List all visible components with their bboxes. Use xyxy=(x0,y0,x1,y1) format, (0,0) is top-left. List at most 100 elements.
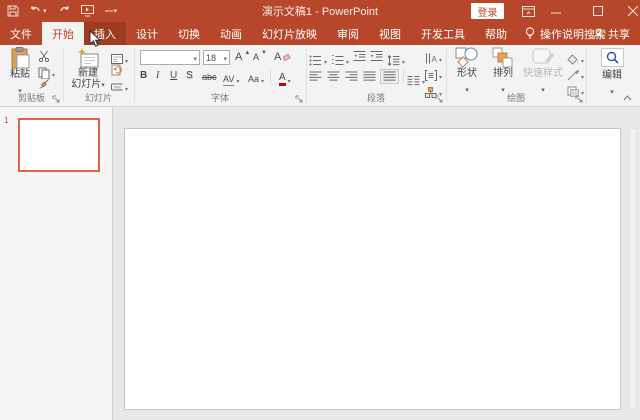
paste-button[interactable]: 粘贴 xyxy=(5,47,35,98)
ribbon-display-options-icon[interactable] xyxy=(513,0,543,22)
case-arrow-icon[interactable] xyxy=(261,70,264,88)
tab-view[interactable]: 视图 xyxy=(369,22,411,45)
paste-dropdown-arrow-icon[interactable] xyxy=(18,80,22,98)
align-right-button[interactable] xyxy=(345,71,358,82)
increase-indent-button[interactable] xyxy=(370,51,383,62)
spacing-arrow-icon[interactable] xyxy=(236,70,239,88)
close-button[interactable] xyxy=(618,0,640,22)
section-button[interactable] xyxy=(111,78,128,96)
powerpoint-window: 演示文稿1 - PowerPoint 登录 文件 开始 插入 设计 切换 动画 … xyxy=(0,0,640,420)
login-button[interactable]: 登录 xyxy=(471,3,504,19)
clipboard-dialog-launcher-icon[interactable] xyxy=(52,95,60,103)
text-shadow-button[interactable]: S xyxy=(186,70,193,82)
new-slide-button[interactable]: 新建 幻灯片 xyxy=(69,47,107,90)
numbering-arrow-icon[interactable] xyxy=(346,51,349,69)
font-color-arrow-icon[interactable] xyxy=(288,70,291,88)
vertical-scrollbar[interactable] xyxy=(629,128,637,410)
clear-formatting-button[interactable]: A xyxy=(274,51,292,63)
text-direction-arrow-icon[interactable] xyxy=(439,49,442,67)
slide-thumbnail[interactable] xyxy=(18,118,100,172)
collapse-ribbon-icon[interactable] xyxy=(623,95,632,101)
editing-arrow-icon[interactable] xyxy=(610,81,614,99)
bold-button[interactable]: B xyxy=(140,70,147,82)
tab-transitions[interactable]: 切换 xyxy=(168,22,210,45)
align-text-arrow-icon[interactable] xyxy=(439,66,442,84)
font-size-combo[interactable]: 18 xyxy=(203,50,230,65)
columns-button[interactable] xyxy=(407,71,425,89)
tab-slideshow[interactable]: 幻灯片放映 xyxy=(252,22,327,45)
start-slideshow-icon[interactable] xyxy=(79,2,96,20)
share-button[interactable]: 共享 xyxy=(589,22,634,45)
shapes-icon xyxy=(455,47,479,68)
font-name-arrow-icon[interactable] xyxy=(193,53,197,63)
arrange-button[interactable]: 排列 xyxy=(486,47,520,97)
justify-icon xyxy=(363,71,376,82)
font-name-combo[interactable] xyxy=(140,50,200,65)
tab-insert[interactable]: 插入 xyxy=(84,22,126,45)
person-icon xyxy=(593,28,604,40)
justify-button[interactable] xyxy=(363,71,376,82)
text-direction-button[interactable]: A xyxy=(425,49,442,67)
font-dialog-launcher-icon[interactable] xyxy=(295,95,303,103)
arrange-arrow-icon[interactable] xyxy=(501,79,505,97)
editing-button[interactable]: 编辑 xyxy=(596,48,628,99)
shapes-arrow-icon[interactable] xyxy=(465,79,469,97)
paragraph-dialog-launcher-icon[interactable] xyxy=(435,95,443,103)
align-left-button[interactable] xyxy=(309,71,322,82)
character-spacing-button[interactable]: AV xyxy=(223,70,239,88)
distribute-text-button[interactable] xyxy=(380,69,399,84)
shapes-button[interactable]: 形状 xyxy=(450,47,484,97)
reset-icon xyxy=(111,64,123,76)
save-icon[interactable] xyxy=(5,2,21,20)
bullets-arrow-icon[interactable] xyxy=(324,51,327,69)
columns-icon xyxy=(407,75,420,86)
section-dropdown-arrow-icon[interactable] xyxy=(125,78,128,96)
lightbulb-icon xyxy=(525,27,535,40)
eraser-icon xyxy=(283,53,292,61)
reset-slide-button[interactable] xyxy=(111,64,123,76)
italic-button[interactable]: I xyxy=(156,70,159,82)
align-center-button[interactable] xyxy=(327,71,340,82)
tab-animations[interactable]: 动画 xyxy=(210,22,252,45)
cut-button[interactable] xyxy=(38,50,50,62)
layout-icon xyxy=(111,54,123,64)
maximize-button[interactable] xyxy=(583,0,613,22)
new-slide-dropdown[interactable]: 幻灯片 xyxy=(71,79,105,90)
undo-icon[interactable] xyxy=(28,2,49,20)
slide-editor-area xyxy=(114,107,640,420)
strikethrough-button[interactable]: abc xyxy=(202,71,217,83)
line-spacing-button[interactable] xyxy=(387,51,405,69)
align-center-icon xyxy=(327,71,340,82)
decrease-indent-button[interactable] xyxy=(353,51,366,62)
numbering-button[interactable] xyxy=(331,51,349,69)
align-text-button[interactable] xyxy=(425,66,442,84)
tab-home[interactable]: 开始 xyxy=(42,22,84,45)
text-direction-icon: A xyxy=(425,53,437,64)
customize-qat-icon[interactable] xyxy=(103,2,120,20)
font-color-button[interactable]: A xyxy=(279,70,291,88)
slide-canvas[interactable] xyxy=(124,128,621,410)
distribute-text-icon xyxy=(383,71,396,82)
font-size-arrow-icon[interactable] xyxy=(223,53,227,63)
minimize-button[interactable] xyxy=(541,0,571,22)
copy-dropdown-arrow-icon[interactable] xyxy=(52,64,55,82)
change-case-button[interactable]: Aa xyxy=(248,70,264,88)
bullet-list-icon xyxy=(309,55,322,66)
tab-developer[interactable]: 开发工具 xyxy=(411,22,475,45)
redo-icon[interactable] xyxy=(56,2,72,20)
tab-review[interactable]: 审阅 xyxy=(327,22,369,45)
quick-styles-button[interactable]: 快速样式 xyxy=(522,47,564,97)
layout-dropdown-arrow-icon[interactable] xyxy=(125,50,128,68)
format-painter-button[interactable] xyxy=(38,78,50,90)
tab-help[interactable]: 帮助 xyxy=(475,22,517,45)
tab-file[interactable]: 文件 xyxy=(0,22,42,45)
underline-button[interactable]: U xyxy=(170,70,177,82)
shrink-font-button[interactable]: A ▼ xyxy=(253,50,267,63)
drawing-dialog-launcher-icon[interactable] xyxy=(575,95,583,103)
grow-font-button[interactable]: A ▲ xyxy=(235,50,250,63)
line-spacing-icon xyxy=(387,54,400,66)
line-spacing-arrow-icon[interactable] xyxy=(402,51,405,69)
tab-design[interactable]: 设计 xyxy=(126,22,168,45)
bullets-button[interactable] xyxy=(309,51,327,69)
scissors-icon xyxy=(38,50,50,62)
